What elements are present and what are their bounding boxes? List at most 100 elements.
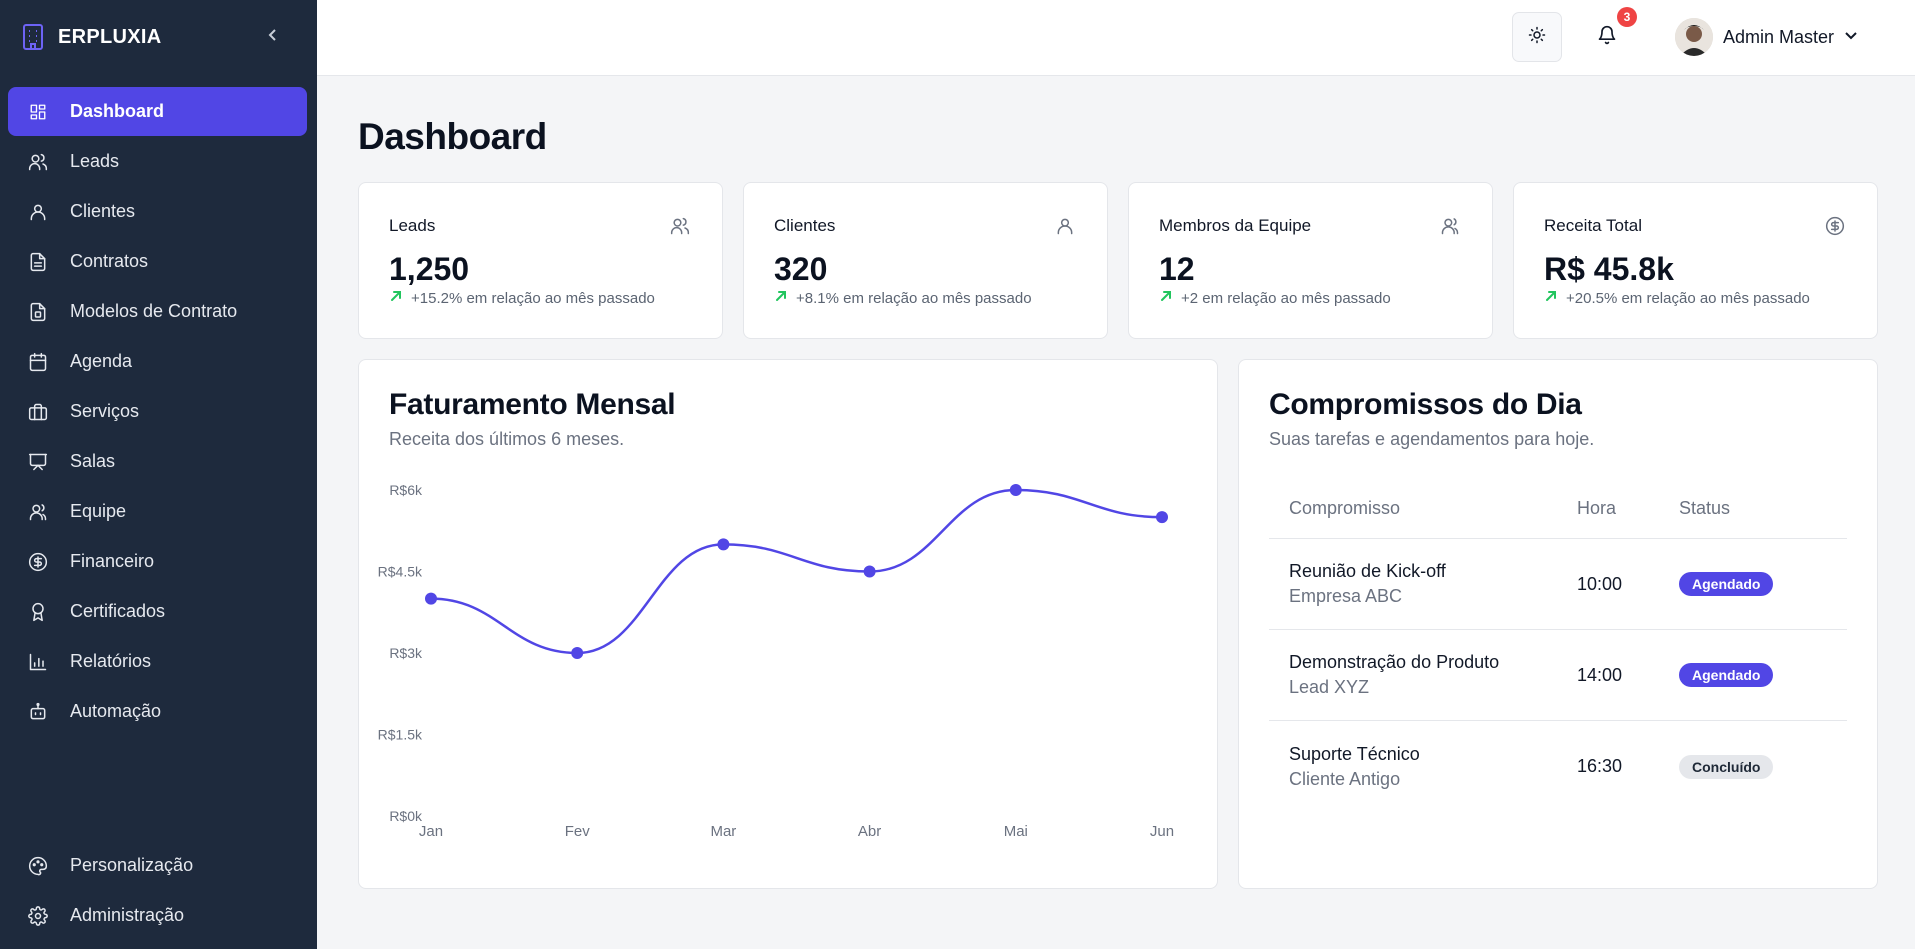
- presentation-icon: [28, 452, 48, 472]
- column-header-compromisso: Compromisso: [1289, 497, 1401, 518]
- x-tick-label: Fev: [565, 823, 591, 840]
- sidebar-item-leads[interactable]: Leads: [8, 137, 307, 186]
- team-icon: [1438, 214, 1462, 238]
- brand[interactable]: ERPLUXIA: [20, 22, 162, 52]
- calendar-icon: [28, 352, 48, 372]
- x-tick-label: Abr: [858, 823, 881, 840]
- appointment-title: Reunião de Kick-off: [1289, 561, 1446, 581]
- appointment-cell: Demonstração do Produto Lead XYZ: [1269, 652, 1577, 698]
- sidebar-item-personalizacao[interactable]: Personalização: [8, 841, 307, 890]
- stat-trend-text: +20.5% em relação ao mês passado: [1566, 289, 1810, 307]
- appointment-subtitle: Cliente Antigo: [1289, 768, 1401, 789]
- stat-trend: +8.1% em relação ao mês passado: [774, 289, 1032, 307]
- data-point-mar[interactable]: [717, 538, 730, 551]
- top-header: 3 Admin Master: [317, 0, 1915, 76]
- data-point-mai[interactable]: [1009, 484, 1022, 496]
- stat-value: 1,250: [389, 251, 470, 287]
- chevron-down-icon: [1844, 28, 1858, 46]
- dollar-circle-icon: [1823, 214, 1847, 238]
- table-row[interactable]: Reunião de Kick-off Empresa ABC 10:00 Ag…: [1269, 539, 1847, 630]
- data-point-abr[interactable]: [863, 565, 876, 578]
- page-title: Dashboard: [358, 116, 547, 157]
- sidebar-item-contratos[interactable]: Contratos: [8, 237, 307, 286]
- table-row[interactable]: Suporte Técnico Cliente Antigo 16:30 Con…: [1269, 721, 1847, 812]
- table-header: Compromisso Hora Status: [1269, 478, 1847, 539]
- data-point-jun[interactable]: [1156, 511, 1168, 524]
- sidebar-item-label: Serviços: [70, 401, 140, 421]
- file-text-icon: [28, 252, 48, 272]
- sidebar: ERPLUXIA Dashboard Leads Clientes Contra…: [0, 0, 317, 949]
- appointments-card: Compromissos do Dia Suas tarefas e agend…: [1238, 359, 1878, 889]
- sidebar-item-agenda[interactable]: Agenda: [8, 337, 307, 386]
- users-icon: [28, 152, 48, 172]
- sidebar-item-servicos[interactable]: Serviços: [8, 387, 307, 436]
- appointments-title: Compromissos do Dia: [1269, 388, 1582, 421]
- x-tick-label: Jun: [1150, 823, 1174, 840]
- dollar-circle-icon: [28, 552, 48, 572]
- sidebar-item-label: Modelos de Contrato: [70, 301, 238, 321]
- sidebar-item-financeiro[interactable]: Financeiro: [8, 537, 307, 586]
- appointments-table: Compromisso Hora Status Reunião de Kick-…: [1269, 478, 1847, 812]
- team-icon: [28, 502, 48, 522]
- appointments-subtitle: Suas tarefas e agendamentos para hoje.: [1269, 429, 1595, 449]
- sidebar-item-label: Equipe: [70, 501, 127, 521]
- sidebar-item-equipe[interactable]: Equipe: [8, 487, 307, 536]
- stat-trend: +20.5% em relação ao mês passado: [1544, 289, 1810, 307]
- sidebar-item-dashboard[interactable]: Dashboard: [8, 87, 307, 136]
- sidebar-item-certificados[interactable]: Certificados: [8, 587, 307, 636]
- x-tick-label: Jan: [419, 823, 443, 840]
- data-point-jan[interactable]: [425, 592, 437, 605]
- stat-trend-text: +2 em relação ao mês passado: [1181, 289, 1391, 307]
- sidebar-item-label: Administração: [70, 905, 185, 925]
- sidebar-item-label: Personalização: [70, 855, 194, 875]
- sidebar-item-relatorios[interactable]: Relatórios: [8, 637, 307, 686]
- table-row[interactable]: Demonstração do Produto Lead XYZ 14:00 A…: [1269, 630, 1847, 721]
- appointment-time: 16:30: [1577, 756, 1623, 776]
- sidebar-item-modelos-de-contrato[interactable]: Modelos de Contrato: [8, 287, 307, 336]
- sidebar-item-administracao[interactable]: Administração: [8, 891, 307, 940]
- x-tick-label: Mar: [710, 823, 736, 840]
- sidebar-nav: Dashboard Leads Clientes Contratos Model…: [8, 87, 307, 737]
- revenue-line-chart: R$0k R$1.5k R$3k R$4.5k R$6k Jan Fev Mar Abr Mai J…: [378, 482, 1174, 840]
- appointment-cell: Reunião de Kick-off Empresa ABC: [1269, 561, 1577, 607]
- sidebar-item-salas[interactable]: Salas: [8, 437, 307, 486]
- status-cell: Agendado: [1679, 663, 1847, 687]
- status-cell: Concluído: [1679, 754, 1847, 779]
- sidebar-item-label: Clientes: [70, 201, 136, 221]
- theme-toggle-button[interactable]: [1512, 12, 1562, 62]
- stat-card-membros-da-equipe: Membros da Equipe 12 +2 em relação ao mê…: [1128, 182, 1493, 339]
- stat-label: Leads: [389, 216, 436, 235]
- sidebar-item-label: Relatórios: [70, 651, 152, 671]
- stat-trend: +15.2% em relação ao mês passado: [389, 289, 655, 307]
- sidebar-item-label: Contratos: [70, 251, 149, 271]
- sidebar-item-automacao[interactable]: Automação: [8, 687, 307, 736]
- stat-value: 12: [1159, 251, 1195, 287]
- trend-up-icon: [1544, 289, 1558, 307]
- brand-name: ERPLUXIA: [58, 25, 162, 48]
- sidebar-item-label: Salas: [70, 451, 116, 471]
- user-icon: [28, 202, 48, 222]
- appointment-subtitle: Lead XYZ: [1289, 677, 1370, 697]
- y-tick-label: R$1.5k: [378, 727, 423, 743]
- stat-value: R$ 45.8k: [1544, 251, 1674, 287]
- collapse-sidebar-button[interactable]: [260, 22, 286, 52]
- stat-value: 320: [774, 251, 828, 287]
- users-icon: [668, 214, 692, 238]
- sidebar-item-label: Agenda: [70, 351, 133, 371]
- status-badge: Agendado: [1679, 663, 1774, 687]
- appointment-time: 10:00: [1577, 573, 1623, 594]
- sidebar-item-label: Financeiro: [70, 551, 155, 571]
- stat-card-receita-total: Receita Total R$ 45.8k +20.5% em relação…: [1513, 182, 1878, 339]
- stat-trend: +2 em relação ao mês passado: [1159, 289, 1391, 307]
- sidebar-item-clientes[interactable]: Clientes: [8, 187, 307, 236]
- sun-icon: [1528, 26, 1546, 49]
- trend-up-icon: [1159, 289, 1173, 307]
- y-tick-label: R$0k: [389, 808, 423, 824]
- stat-trend-text: +15.2% em relação ao mês passado: [411, 289, 655, 307]
- user-menu[interactable]: Admin Master: [1675, 16, 1858, 58]
- avatar: [1675, 18, 1713, 56]
- award-icon: [28, 602, 48, 622]
- data-point-fev[interactable]: [571, 647, 584, 659]
- y-tick-label: R$3k: [389, 645, 423, 661]
- user-name: Admin Master: [1723, 26, 1835, 47]
